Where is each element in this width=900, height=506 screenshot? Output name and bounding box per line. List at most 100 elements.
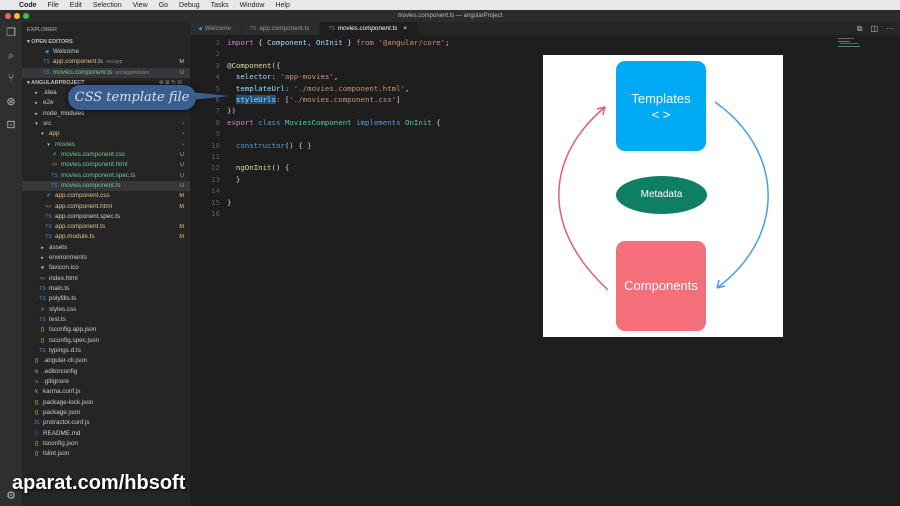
code-token: Component [267, 38, 308, 47]
tree-item[interactable]: {} tsconfig.json [22, 439, 190, 449]
code-line[interactable]: @Component({ [227, 60, 280, 71]
open-editor-label: movies.component.ts [53, 68, 113, 76]
code-line[interactable]: } [227, 174, 240, 185]
extensions-icon[interactable]: ⊡ [5, 119, 17, 131]
code-token: 'app-movies' [280, 72, 334, 82]
code-line[interactable]: constructor() { } [227, 140, 312, 151]
open-editor-item[interactable]: TS movies.component.ts src/app/movies U [22, 67, 190, 78]
code-line[interactable]: }) [227, 105, 236, 116]
tab-movies-component-ts[interactable]: TS movies.component.ts × [320, 22, 419, 35]
files-icon[interactable]: ❐ [5, 27, 17, 39]
code-line[interactable]: } [227, 197, 231, 208]
open-editor-item[interactable]: TS app.component.ts src/app M [22, 57, 190, 67]
tree-item[interactable]: # movies.component.css U [22, 150, 190, 160]
tree-item-label: node_modules [43, 109, 85, 117]
tree-item[interactable]: {} tsconfig.spec.json [22, 336, 190, 346]
code-line[interactable]: styleUrls: ['./movies.component.css'] [227, 94, 401, 105]
line-number: 11 [211, 152, 220, 161]
chevron-icon: ▸ [41, 244, 44, 251]
karma-file-icon: K [34, 389, 39, 396]
tree-item[interactable]: ▸ assets [22, 243, 190, 253]
tab-app-component-ts[interactable]: TS app.component.ts [242, 22, 321, 35]
open-editors-header[interactable]: ▾ OPEN EDITORS [22, 37, 190, 47]
tree-item[interactable]: TS movies.component.spec.ts U [22, 171, 190, 181]
json-file-icon: {} [34, 409, 39, 416]
tree-item-label: tsconfig.app.json [49, 326, 97, 334]
code-line[interactable]: templateUrl: './movies.component.html', [227, 83, 410, 94]
css-file-icon: # [53, 151, 56, 158]
menu-debug[interactable]: Debug [179, 2, 200, 9]
menu-edit[interactable]: Edit [70, 2, 82, 9]
tree-item[interactable]: ◆ .gitignore [22, 377, 190, 387]
tree-item[interactable]: {} tsconfig.app.json [22, 325, 190, 335]
code-line[interactable]: ngOnInit() { [227, 162, 289, 173]
ts-file-icon: TS [39, 296, 46, 303]
tree-item-label: movies.component.ts [61, 181, 121, 189]
code-token: './movies.component.css' [289, 95, 397, 104]
git-status-badge: M [179, 193, 184, 200]
tree-item[interactable]: {} .angular-cli.json [22, 356, 190, 366]
menu-go[interactable]: Go [159, 2, 168, 9]
gear-file-icon: ⚙ [34, 368, 39, 375]
tree-item[interactable]: {} package-lock.json [22, 398, 190, 408]
tree-item[interactable]: TS movies.component.ts U [22, 180, 190, 192]
tree-item[interactable]: # app.component.css M [22, 191, 190, 201]
tree-item[interactable]: <> app.component.html M [22, 202, 190, 212]
menu-window[interactable]: Window [240, 2, 265, 9]
tree-item[interactable]: {} tslint.json [22, 449, 190, 459]
close-tab-icon[interactable]: × [403, 25, 407, 32]
tree-item[interactable]: # styles.css [22, 305, 190, 315]
open-editor-path: src/app/movies [115, 69, 150, 76]
tree-item[interactable]: TS app.component.ts M [22, 222, 190, 232]
tree-item[interactable]: Kkarma.conf.js [22, 387, 190, 397]
tree-item[interactable]: ▸ node_modules [22, 109, 190, 119]
more-actions-icon[interactable]: ··· [886, 24, 894, 34]
menu-tasks[interactable]: Tasks [211, 2, 229, 9]
tree-item-label: tslint.json [43, 450, 70, 458]
code-line[interactable]: selector: 'app-movies', [227, 71, 338, 82]
line-number: 12 [211, 163, 220, 173]
open-changes-icon[interactable]: ⧉ [857, 24, 863, 34]
tree-item[interactable]: <> movies.component.html U [22, 160, 190, 170]
tree-item[interactable]: TS test.ts [22, 315, 190, 325]
tree-item-label: polyfills.ts [49, 295, 77, 303]
menu-selection[interactable]: Selection [93, 2, 122, 9]
tree-item[interactable]: ▾ src • [22, 119, 190, 129]
minimap[interactable] [838, 38, 862, 50]
tree-item[interactable]: TS app.component.spec.ts [22, 212, 190, 222]
menu-app[interactable]: Code [19, 2, 37, 9]
angular-architecture-diagram: Templates < > Metadata Components [543, 55, 783, 337]
tree-item-label: app.component.css [55, 192, 110, 200]
menu-view[interactable]: View [133, 2, 148, 9]
tree-item-label: favicon.ico [49, 264, 79, 272]
tree-item[interactable]: ⚙ .editorconfig [22, 367, 190, 377]
tree-item[interactable]: <> index.html [22, 274, 190, 284]
tree-item[interactable]: TS polyfills.ts [22, 294, 190, 304]
metadata-ellipse: Metadata [616, 176, 707, 214]
tree-item[interactable]: ⓘ README.md [22, 429, 190, 439]
chevron-icon: ▸ [35, 90, 38, 96]
tab-welcome[interactable]: ◀ Welcome [190, 22, 242, 35]
chevron-icon: ▸ [41, 255, 44, 262]
search-icon[interactable]: ⌕ [5, 50, 17, 62]
tree-item[interactable]: ▾ movies • [22, 140, 190, 150]
arrow-components-to-templates [558, 106, 609, 291]
source-control-icon[interactable]: ⑂ [5, 72, 17, 84]
code-line[interactable]: import { Component, OnInit } from '@angu… [227, 37, 450, 48]
code-token: implements [356, 117, 401, 127]
code-line[interactable]: export class MoviesComponent implements … [227, 117, 441, 128]
tree-item[interactable]: TS app.module.ts M [22, 232, 190, 242]
tree-item[interactable]: JS protractor.conf.js [22, 418, 190, 428]
tree-item[interactable]: ▸ environments [22, 253, 190, 263]
tree-item[interactable]: {} package.json [22, 408, 190, 418]
tree-item[interactable]: ★ favicon.ico [22, 263, 190, 273]
split-editor-icon[interactable]: ◫ [870, 24, 878, 34]
debug-icon[interactable]: ⊛ [5, 96, 17, 108]
open-editor-item[interactable]: ◀ Welcome [22, 47, 190, 57]
tree-item[interactable]: TS typings.d.ts [22, 346, 190, 356]
tree-item[interactable]: TS main.ts [22, 284, 190, 294]
line-number: 15 [211, 197, 220, 207]
tree-item[interactable]: ▾ app • [22, 129, 190, 139]
menu-help[interactable]: Help [275, 2, 289, 9]
menu-file[interactable]: File [48, 2, 59, 9]
